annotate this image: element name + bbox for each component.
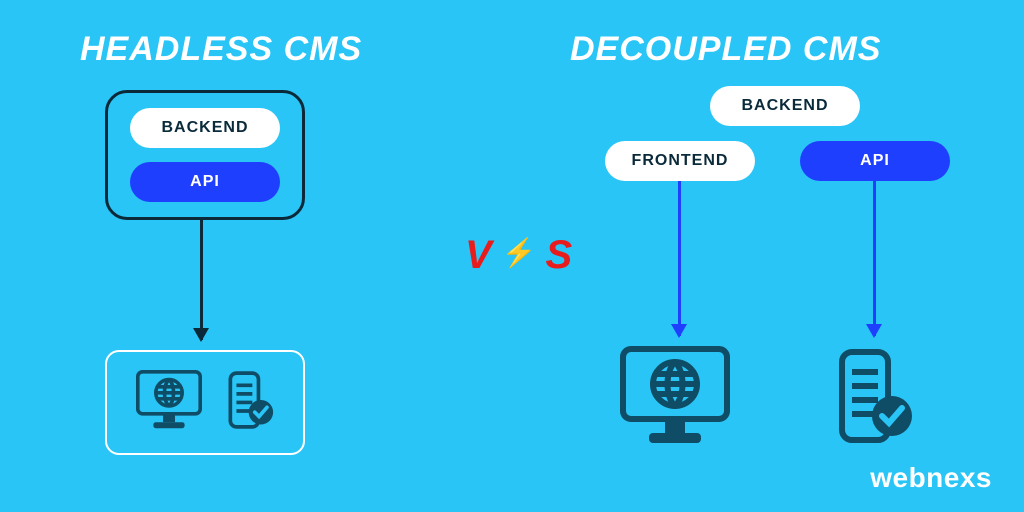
- vs-badge: V⚡S: [465, 235, 574, 275]
- decoupled-group: BACKEND FRONTEND API: [570, 86, 970, 466]
- decoupled-frontend-pill: FRONTEND: [605, 141, 755, 181]
- desktop-globe-icon: [615, 341, 735, 456]
- decoupled-backend-pill: BACKEND: [710, 86, 860, 126]
- decoupled-arrow-api: [873, 181, 876, 336]
- headless-devices-box: [105, 350, 305, 455]
- headless-title: HEADLESS CMS: [80, 30, 362, 69]
- desktop-globe-icon: [133, 367, 205, 438]
- decoupled-title: DECOUPLED CMS: [570, 30, 881, 69]
- mobile-check-icon: [830, 346, 920, 451]
- headless-box: BACKEND API: [105, 90, 305, 220]
- mobile-check-icon: [223, 368, 278, 437]
- headless-backend-pill: BACKEND: [130, 108, 280, 148]
- headless-arrow: [200, 220, 203, 340]
- vs-v: V: [465, 233, 494, 277]
- lightning-icon: ⚡: [501, 239, 537, 267]
- headless-api-pill: API: [130, 162, 280, 202]
- brand-logo: webnexs: [870, 462, 992, 494]
- decoupled-api-pill: API: [800, 141, 950, 181]
- decoupled-arrow-frontend: [678, 181, 681, 336]
- decoupled-connector: [680, 126, 860, 129]
